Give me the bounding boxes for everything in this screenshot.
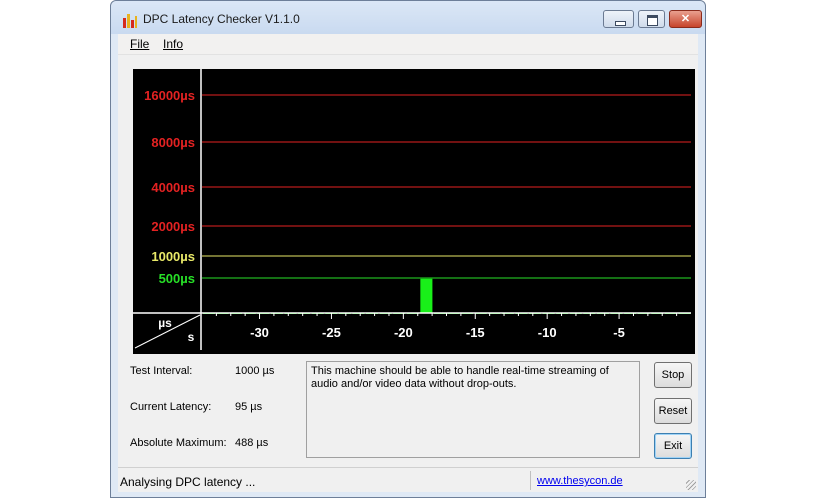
- y-tick-label: 2000µs: [151, 219, 195, 234]
- y-tick-label: 16000µs: [144, 88, 195, 103]
- minimize-icon: [615, 21, 626, 26]
- current-latency-label: Current Latency:: [130, 401, 212, 413]
- absolute-maximum-value: 488 µs: [235, 437, 269, 449]
- absolute-maximum-label: Absolute Maximum:: [130, 437, 227, 449]
- status-separator: [530, 471, 531, 490]
- app-window: DPC Latency Checker V1.1.0 ✕ File Info 1…: [110, 0, 706, 498]
- y-tick-label: 4000µs: [151, 180, 195, 195]
- app-icon: [123, 14, 137, 28]
- latency-chart: 16000µs 8000µs 4000µs 2000µs 1000µs 500µs µs s -…: [133, 69, 695, 354]
- x-tick-label: -20: [394, 325, 413, 340]
- latency-chart-svg: 16000µs 8000µs 4000µs 2000µs 1000µs 500µs µs s -…: [133, 69, 691, 350]
- x-tick-label: -15: [466, 325, 485, 340]
- menu-file-label: File: [130, 37, 150, 51]
- maximize-icon: [647, 15, 658, 26]
- test-interval-value: 1000 µs: [235, 365, 275, 377]
- close-icon: ✕: [680, 13, 691, 25]
- exit-button[interactable]: Exit: [654, 433, 692, 459]
- x-unit-label: s: [188, 330, 195, 344]
- status-text: Analysing DPC latency ...: [120, 475, 256, 489]
- x-tick-label: -30: [250, 325, 269, 340]
- x-tick-label: -25: [322, 325, 341, 340]
- minimize-button[interactable]: [603, 10, 634, 28]
- menu-bar: File Info: [118, 34, 698, 55]
- latency-bar: [420, 278, 433, 313]
- x-tick-label: -10: [538, 325, 557, 340]
- window-title: DPC Latency Checker V1.1.0: [143, 12, 300, 26]
- y-tick-label: 500µs: [159, 271, 195, 286]
- menu-file[interactable]: File: [130, 37, 149, 51]
- stop-button[interactable]: Stop: [654, 362, 692, 388]
- title-bar[interactable]: DPC Latency Checker V1.1.0 ✕: [111, 1, 705, 34]
- test-interval-label: Test Interval:: [130, 365, 193, 377]
- y-tick-label: 1000µs: [151, 249, 195, 264]
- menu-info[interactable]: Info: [163, 37, 183, 51]
- status-bar: Analysing DPC latency ... www.thesycon.d…: [118, 467, 698, 492]
- close-button[interactable]: ✕: [669, 10, 702, 28]
- website-link[interactable]: www.thesycon.de: [537, 475, 623, 487]
- menu-info-label: Info: [163, 37, 184, 51]
- resize-grip[interactable]: [686, 480, 696, 490]
- y-unit-label: µs: [158, 316, 172, 330]
- x-tick-label: -5: [613, 325, 625, 340]
- y-tick-label: 8000µs: [151, 135, 195, 150]
- current-latency-value: 95 µs: [235, 401, 263, 413]
- client-area: File Info 16000µs 8000µs 4000µs 2000µs 1000µ…: [118, 34, 698, 492]
- status-message-box: This machine should be able to handle re…: [306, 361, 640, 458]
- maximize-button[interactable]: [638, 10, 665, 28]
- reset-button[interactable]: Reset: [654, 398, 692, 424]
